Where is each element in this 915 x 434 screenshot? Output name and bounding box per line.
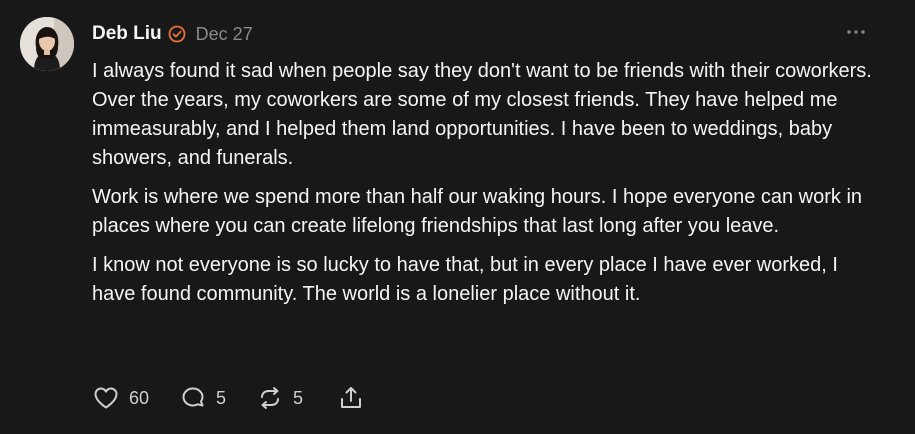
post-body: I always found it sad when people say th… [92, 57, 882, 319]
more-options-icon [847, 30, 865, 34]
post-header: Deb Liu Dec 27 [92, 21, 253, 47]
heart-icon [92, 384, 120, 412]
share-icon [337, 384, 365, 412]
verified-badge-icon [168, 25, 186, 43]
thread-post: Deb Liu Dec 27 I always found it sad whe… [0, 0, 915, 434]
author-name[interactable]: Deb Liu [92, 23, 162, 45]
like-button[interactable]: 60 [92, 384, 149, 412]
post-paragraph: Work is where we spend more than half ou… [92, 186, 863, 237]
repost-count: 5 [293, 387, 304, 408]
repost-icon [256, 384, 284, 412]
reply-button[interactable]: 5 [179, 384, 226, 412]
post-paragraph: I know not everyone is so lucky to have … [92, 254, 838, 305]
post-paragraph: I always found it sad when people say th… [92, 60, 872, 169]
repost-button[interactable]: 5 [256, 384, 303, 412]
avatar-photo [20, 17, 74, 71]
comment-icon [179, 384, 207, 412]
avatar[interactable] [20, 17, 74, 71]
post-date[interactable]: Dec 27 [196, 24, 253, 45]
action-bar: 60 5 5 [92, 384, 365, 412]
share-button[interactable] [337, 384, 365, 412]
more-options-button[interactable] [845, 22, 867, 42]
like-count: 60 [129, 387, 150, 408]
reply-count: 5 [216, 387, 227, 408]
